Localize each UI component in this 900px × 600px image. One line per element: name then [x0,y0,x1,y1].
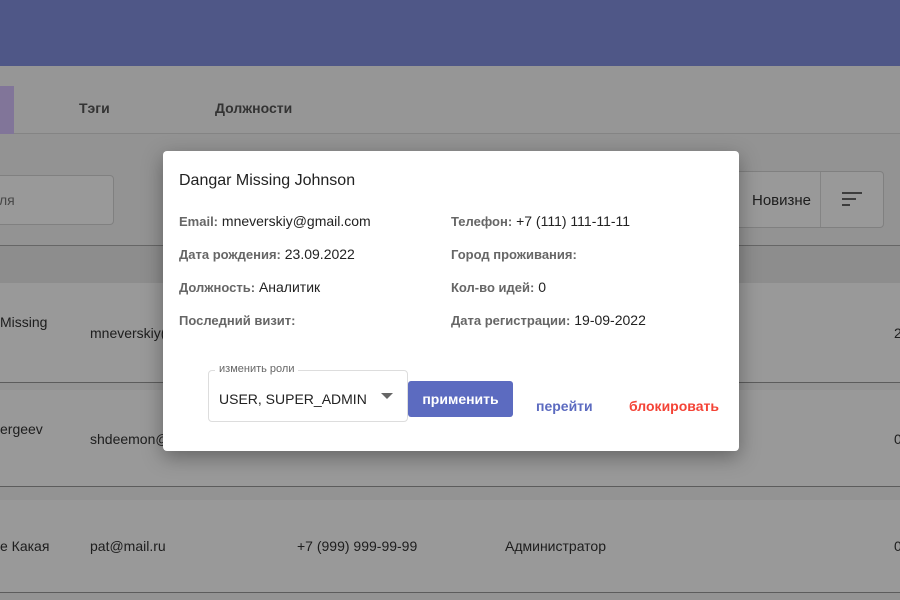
city-field: Город проживания: [451,246,577,262]
dialog-title: Dangar Missing Johnson [179,172,356,189]
birth-value: 23.09.2022 [284,246,355,262]
position-value: Аналитик [258,279,321,295]
roles-select[interactable]: изменить роли USER, SUPER_ADMIN [208,363,408,422]
reg-value: 19-09-2022 [574,312,646,328]
city-label: Город проживания: [451,247,577,262]
position-field: Должность: Аналитик [179,279,320,295]
ideas-value: 0 [538,279,546,295]
apply-button[interactable]: применить [408,381,513,417]
ideas-field: Кол-во идей: 0 [451,279,546,295]
reg-label: Дата регистрации: [451,313,571,328]
roles-value: USER, SUPER_ADMIN [219,391,367,407]
email-label: Email: [179,214,219,229]
go-link[interactable]: перейти [536,398,593,414]
user-dialog: Dangar Missing Johnson Email: mneverskiy… [163,151,739,451]
birth-field: Дата рождения: 23.09.2022 [179,246,355,262]
block-button[interactable]: блокировать [629,398,719,414]
email-field: Email: mneverskiy@gmail.com [179,213,371,229]
ideas-label: Кол-во идей: [451,280,535,295]
phone-field: Телефон: +7 (111) 111-11-11 [451,213,630,229]
phone-label: Телефон: [451,214,513,229]
birth-label: Дата рождения: [179,247,281,262]
visit-label: Последний визит: [179,313,296,328]
chevron-down-icon[interactable] [381,393,393,399]
roles-legend: изменить роли [215,363,299,375]
registration-field: Дата регистрации: 19-09-2022 [451,312,646,328]
visit-field: Последний визит: [179,312,296,328]
email-value: mneverskiy@gmail.com [221,213,371,229]
phone-value: +7 (111) 111-11-11 [516,213,631,229]
position-label: Должность: [179,280,256,295]
